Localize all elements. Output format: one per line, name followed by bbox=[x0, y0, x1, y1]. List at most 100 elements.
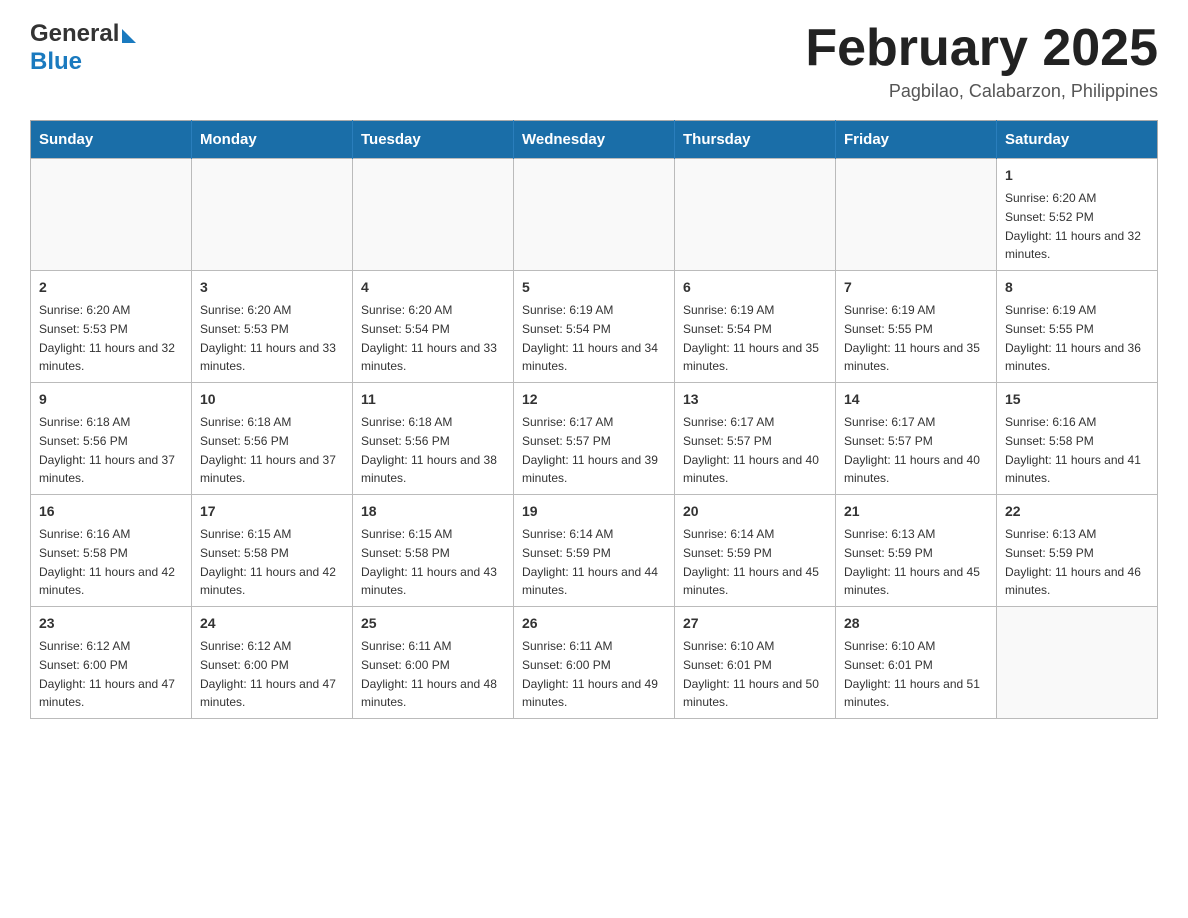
day-info: Sunrise: 6:10 AMSunset: 6:01 PMDaylight:… bbox=[844, 639, 980, 709]
day-number: 27 bbox=[683, 613, 827, 634]
day-info: Sunrise: 6:18 AMSunset: 5:56 PMDaylight:… bbox=[200, 415, 336, 485]
day-number: 9 bbox=[39, 389, 183, 410]
logo-blue-text: Blue bbox=[30, 48, 82, 76]
day-info: Sunrise: 6:16 AMSunset: 5:58 PMDaylight:… bbox=[39, 527, 175, 597]
day-info: Sunrise: 6:15 AMSunset: 5:58 PMDaylight:… bbox=[361, 527, 497, 597]
calendar-header: SundayMondayTuesdayWednesdayThursdayFrid… bbox=[31, 121, 1158, 159]
day-header-sunday: Sunday bbox=[31, 121, 192, 159]
day-number: 16 bbox=[39, 501, 183, 522]
day-number: 18 bbox=[361, 501, 505, 522]
day-number: 12 bbox=[522, 389, 666, 410]
day-info: Sunrise: 6:10 AMSunset: 6:01 PMDaylight:… bbox=[683, 639, 819, 709]
calendar-week-1: 1 Sunrise: 6:20 AMSunset: 5:52 PMDaylight… bbox=[31, 159, 1158, 271]
day-number: 11 bbox=[361, 389, 505, 410]
day-info: Sunrise: 6:13 AMSunset: 5:59 PMDaylight:… bbox=[1005, 527, 1141, 597]
day-info: Sunrise: 6:19 AMSunset: 5:55 PMDaylight:… bbox=[1005, 303, 1141, 373]
day-number: 22 bbox=[1005, 501, 1149, 522]
day-number: 24 bbox=[200, 613, 344, 634]
day-info: Sunrise: 6:13 AMSunset: 5:59 PMDaylight:… bbox=[844, 527, 980, 597]
day-number: 14 bbox=[844, 389, 988, 410]
calendar-cell: 19 Sunrise: 6:14 AMSunset: 5:59 PMDayligh… bbox=[514, 495, 675, 607]
day-header-friday: Friday bbox=[836, 121, 997, 159]
day-header-wednesday: Wednesday bbox=[514, 121, 675, 159]
calendar-cell: 4Sunrise: 6:20 AMSunset: 5:54 PMDaylight… bbox=[353, 271, 514, 383]
calendar-cell bbox=[31, 159, 192, 271]
calendar-cell: 5 Sunrise: 6:19 AMSunset: 5:54 PMDaylight… bbox=[514, 271, 675, 383]
day-info: Sunrise: 6:17 AMSunset: 5:57 PMDaylight:… bbox=[844, 415, 980, 485]
day-info: Sunrise: 6:14 AMSunset: 5:59 PMDaylight:… bbox=[522, 527, 658, 597]
main-title: February 2025 bbox=[805, 20, 1158, 77]
day-number: 25 bbox=[361, 613, 505, 634]
calendar-cell: 3Sunrise: 6:20 AMSunset: 5:53 PMDaylight… bbox=[192, 271, 353, 383]
header-row: SundayMondayTuesdayWednesdayThursdayFrid… bbox=[31, 121, 1158, 159]
day-number: 26 bbox=[522, 613, 666, 634]
calendar-cell: 22 Sunrise: 6:13 AMSunset: 5:59 PMDayligh… bbox=[997, 495, 1158, 607]
day-info: Sunrise: 6:12 AMSunset: 6:00 PMDaylight:… bbox=[200, 639, 336, 709]
day-info: Sunrise: 6:16 AMSunset: 5:58 PMDaylight:… bbox=[1005, 415, 1141, 485]
calendar-week-3: 9 Sunrise: 6:18 AMSunset: 5:56 PMDaylight… bbox=[31, 383, 1158, 495]
calendar-cell: 14 Sunrise: 6:17 AMSunset: 5:57 PMDayligh… bbox=[836, 383, 997, 495]
calendar-cell: 26Sunrise: 6:11 AMSunset: 6:00 PMDayligh… bbox=[514, 607, 675, 719]
calendar-cell bbox=[997, 607, 1158, 719]
calendar-cell: 13Sunrise: 6:17 AMSunset: 5:57 PMDayligh… bbox=[675, 383, 836, 495]
day-number: 15 bbox=[1005, 389, 1149, 410]
day-info: Sunrise: 6:12 AMSunset: 6:00 PMDaylight:… bbox=[39, 639, 175, 709]
day-info: Sunrise: 6:18 AMSunset: 5:56 PMDaylight:… bbox=[361, 415, 497, 485]
calendar-cell: 28 Sunrise: 6:10 AMSunset: 6:01 PMDayligh… bbox=[836, 607, 997, 719]
day-info: Sunrise: 6:19 AMSunset: 5:54 PMDaylight:… bbox=[683, 303, 819, 373]
page-header: General Blue February 2025 Pagbilao, Cal… bbox=[30, 20, 1158, 102]
day-number: 21 bbox=[844, 501, 988, 522]
day-number: 5 bbox=[522, 277, 666, 298]
calendar-cell bbox=[836, 159, 997, 271]
calendar-cell bbox=[675, 159, 836, 271]
calendar-cell: 16 Sunrise: 6:16 AMSunset: 5:58 PMDayligh… bbox=[31, 495, 192, 607]
calendar-week-4: 16 Sunrise: 6:16 AMSunset: 5:58 PMDayligh… bbox=[31, 495, 1158, 607]
day-number: 2 bbox=[39, 277, 183, 298]
day-info: Sunrise: 6:15 AMSunset: 5:58 PMDaylight:… bbox=[200, 527, 336, 597]
logo: General Blue bbox=[30, 20, 136, 76]
day-info: Sunrise: 6:17 AMSunset: 5:57 PMDaylight:… bbox=[683, 415, 819, 485]
day-number: 10 bbox=[200, 389, 344, 410]
calendar-cell: 17Sunrise: 6:15 AMSunset: 5:58 PMDayligh… bbox=[192, 495, 353, 607]
calendar-cell: 9 Sunrise: 6:18 AMSunset: 5:56 PMDaylight… bbox=[31, 383, 192, 495]
logo-general-text: General bbox=[30, 20, 119, 48]
calendar-cell: 10 Sunrise: 6:18 AMSunset: 5:56 PMDayligh… bbox=[192, 383, 353, 495]
calendar-cell: 18 Sunrise: 6:15 AMSunset: 5:58 PMDayligh… bbox=[353, 495, 514, 607]
day-info: Sunrise: 6:11 AMSunset: 6:00 PMDaylight:… bbox=[361, 639, 497, 709]
calendar-cell: 24 Sunrise: 6:12 AMSunset: 6:00 PMDayligh… bbox=[192, 607, 353, 719]
calendar-cell: 6Sunrise: 6:19 AMSunset: 5:54 PMDaylight… bbox=[675, 271, 836, 383]
day-number: 28 bbox=[844, 613, 988, 634]
day-info: Sunrise: 6:20 AMSunset: 5:54 PMDaylight:… bbox=[361, 303, 497, 373]
calendar-cell bbox=[514, 159, 675, 271]
calendar-body: 1 Sunrise: 6:20 AMSunset: 5:52 PMDaylight… bbox=[31, 159, 1158, 719]
title-block: February 2025 Pagbilao, Calabarzon, Phil… bbox=[805, 20, 1158, 102]
calendar-cell: 27 Sunrise: 6:10 AMSunset: 6:01 PMDayligh… bbox=[675, 607, 836, 719]
day-info: Sunrise: 6:18 AMSunset: 5:56 PMDaylight:… bbox=[39, 415, 175, 485]
calendar-cell: 23 Sunrise: 6:12 AMSunset: 6:00 PMDayligh… bbox=[31, 607, 192, 719]
day-header-tuesday: Tuesday bbox=[353, 121, 514, 159]
day-header-monday: Monday bbox=[192, 121, 353, 159]
day-number: 7 bbox=[844, 277, 988, 298]
calendar-cell: 2 Sunrise: 6:20 AMSunset: 5:53 PMDaylight… bbox=[31, 271, 192, 383]
calendar-cell: 11 Sunrise: 6:18 AMSunset: 5:56 PMDayligh… bbox=[353, 383, 514, 495]
subtitle: Pagbilao, Calabarzon, Philippines bbox=[805, 81, 1158, 102]
day-info: Sunrise: 6:20 AMSunset: 5:53 PMDaylight:… bbox=[39, 303, 175, 373]
calendar-cell: 21 Sunrise: 6:13 AMSunset: 5:59 PMDayligh… bbox=[836, 495, 997, 607]
day-number: 20 bbox=[683, 501, 827, 522]
day-header-thursday: Thursday bbox=[675, 121, 836, 159]
day-info: Sunrise: 6:19 AMSunset: 5:55 PMDaylight:… bbox=[844, 303, 980, 373]
day-header-saturday: Saturday bbox=[997, 121, 1158, 159]
day-number: 23 bbox=[39, 613, 183, 634]
calendar-cell: 20Sunrise: 6:14 AMSunset: 5:59 PMDayligh… bbox=[675, 495, 836, 607]
day-info: Sunrise: 6:20 AMSunset: 5:52 PMDaylight:… bbox=[1005, 191, 1141, 261]
calendar-cell bbox=[192, 159, 353, 271]
calendar-cell: 8Sunrise: 6:19 AMSunset: 5:55 PMDaylight… bbox=[997, 271, 1158, 383]
day-info: Sunrise: 6:20 AMSunset: 5:53 PMDaylight:… bbox=[200, 303, 336, 373]
day-number: 19 bbox=[522, 501, 666, 522]
calendar-cell bbox=[353, 159, 514, 271]
calendar-week-5: 23 Sunrise: 6:12 AMSunset: 6:00 PMDayligh… bbox=[31, 607, 1158, 719]
calendar-cell: 12Sunrise: 6:17 AMSunset: 5:57 PMDayligh… bbox=[514, 383, 675, 495]
calendar-cell: 25 Sunrise: 6:11 AMSunset: 6:00 PMDayligh… bbox=[353, 607, 514, 719]
day-info: Sunrise: 6:19 AMSunset: 5:54 PMDaylight:… bbox=[522, 303, 658, 373]
day-number: 1 bbox=[1005, 165, 1149, 186]
